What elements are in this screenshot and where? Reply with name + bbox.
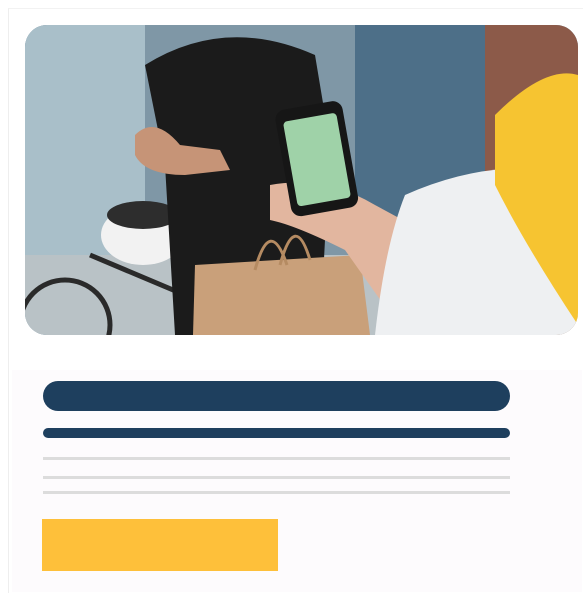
text-line-placeholder [43, 457, 510, 460]
delivery-photo [25, 25, 578, 335]
title-placeholder [43, 381, 510, 411]
card-content [12, 370, 582, 592]
cta-button[interactable] [42, 519, 278, 571]
hero-image [25, 25, 578, 335]
subtitle-placeholder [43, 428, 510, 438]
text-line-placeholder [43, 491, 510, 494]
text-line-placeholder [43, 476, 510, 479]
